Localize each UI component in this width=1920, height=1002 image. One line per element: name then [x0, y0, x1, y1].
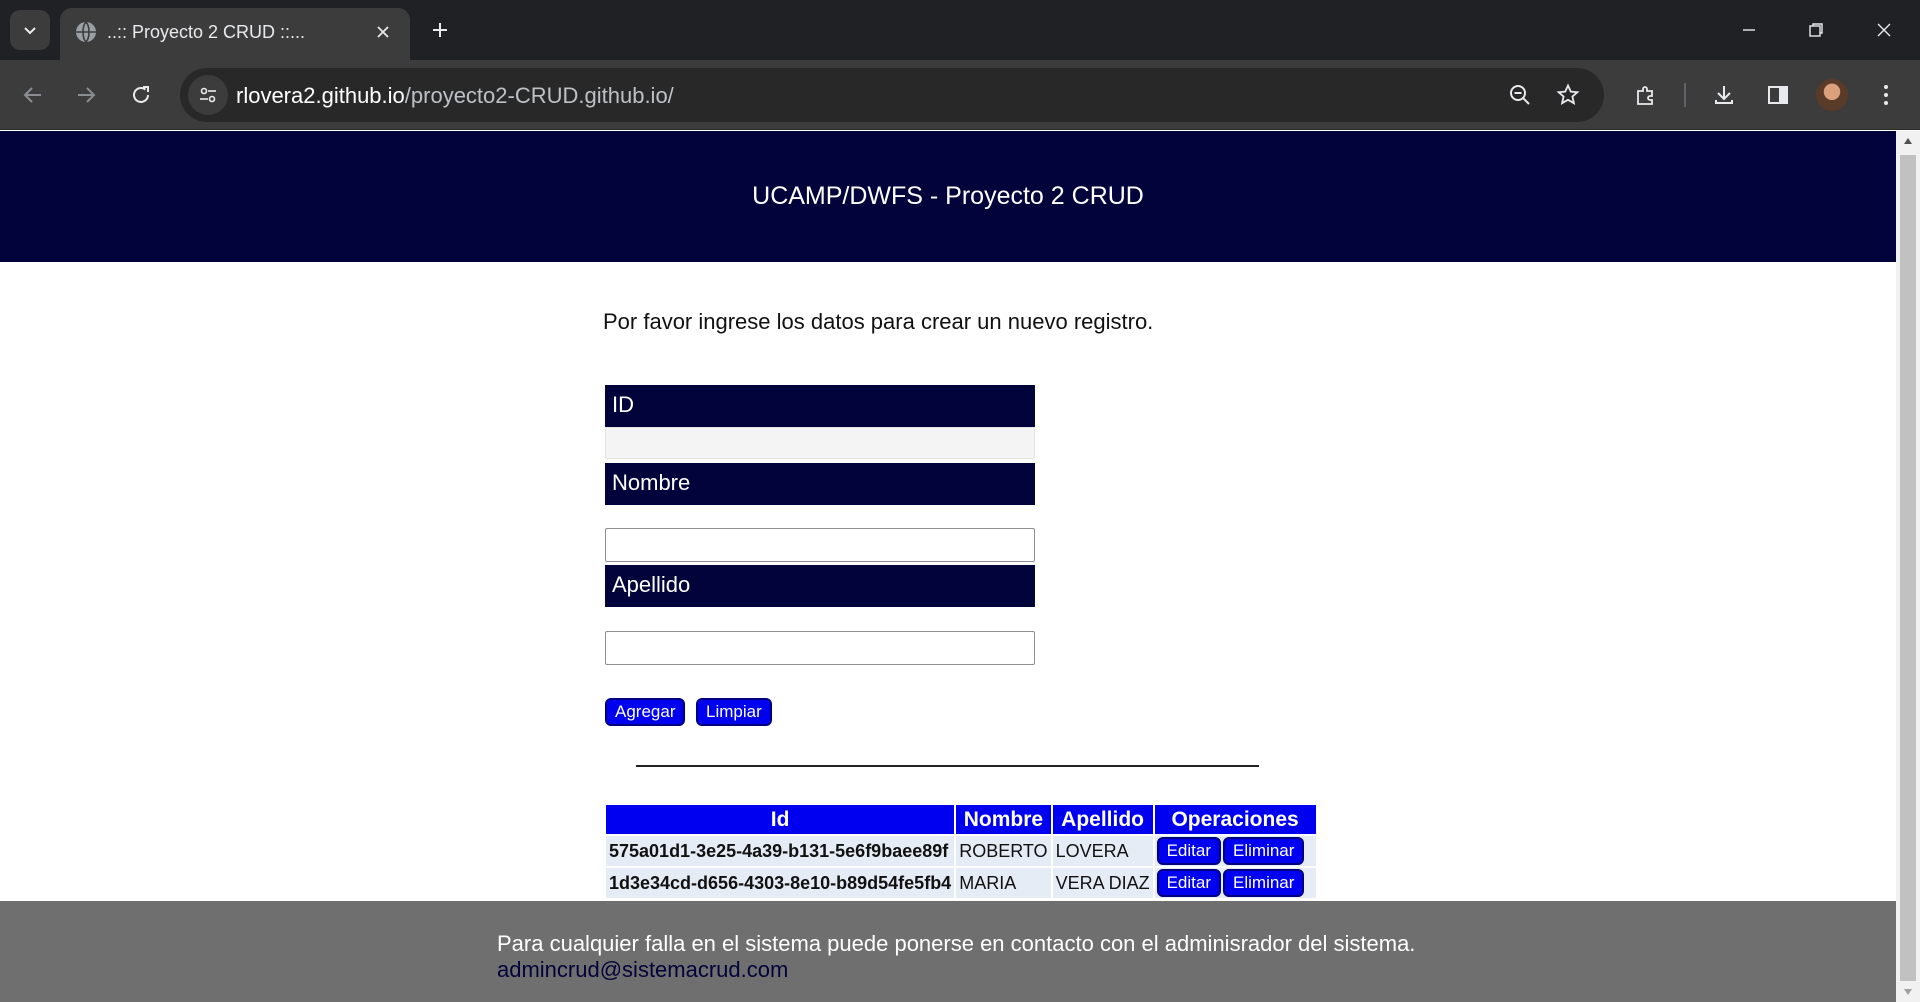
section-divider	[636, 765, 1259, 767]
arrow-right-icon	[78, 87, 96, 103]
tune-icon	[200, 87, 216, 103]
browser-tab-active[interactable]: ..:: Proyecto 2 CRUD ::...	[60, 8, 410, 60]
id-label: ID	[605, 385, 1035, 427]
profile-avatar[interactable]	[1816, 79, 1848, 111]
zoom-out-icon	[1510, 85, 1530, 105]
delete-button[interactable]: Eliminar	[1223, 837, 1305, 865]
row-apellido-cell: LOVERA	[1052, 836, 1153, 866]
page-viewport: UCAMP/DWFS - Proyecto 2 CRUD Por favor i…	[0, 131, 1920, 1002]
globe-icon	[76, 21, 96, 43]
row-apellido-cell: VERA DIAZ	[1052, 868, 1153, 898]
window-close-button[interactable]	[1861, 10, 1907, 50]
chevron-down-icon	[24, 27, 36, 35]
reload-icon	[133, 86, 149, 103]
column-header-apellido: Apellido	[1052, 805, 1153, 834]
puzzle-icon	[1637, 86, 1653, 105]
agregar-button[interactable]: Agregar	[605, 698, 686, 726]
vertical-scrollbar[interactable]	[1896, 131, 1920, 1002]
star-icon	[1556, 83, 1580, 106]
records-table: Id Nombre Apellido Operaciones 575a01d1-…	[604, 803, 1318, 900]
menu-button[interactable]	[1866, 75, 1906, 115]
table-row: 1d3e34cd-d656-4303-8e10-b89d54fe5fb4 MAR…	[606, 868, 1316, 898]
scroll-down-button[interactable]	[1896, 982, 1920, 1002]
scrollbar-thumb[interactable]	[1900, 155, 1916, 981]
row-operations-cell: Editar Eliminar	[1154, 868, 1316, 898]
zoom-button[interactable]	[1502, 77, 1538, 113]
row-operations-cell: Editar Eliminar	[1154, 836, 1316, 866]
tab-title: ..:: Proyecto 2 CRUD ::...	[107, 22, 306, 42]
table-header-row: Id Nombre Apellido Operaciones	[606, 805, 1316, 834]
minimize-icon	[1743, 29, 1755, 31]
footer-text: Para cualquier falla en el sistema puede…	[497, 931, 1416, 956]
row-nombre-cell: MARIA	[956, 868, 1051, 898]
forward-button[interactable]	[66, 75, 106, 115]
side-panel-icon	[1768, 86, 1788, 104]
address-bar[interactable]: rlovera2.github.io/proyecto2-CRUD.github…	[180, 68, 1604, 122]
apellido-field[interactable]	[605, 631, 1035, 665]
page-title: UCAMP/DWFS - Proyecto 2 CRUD	[752, 182, 1144, 210]
page-footer: Para cualquier falla en el sistema puede…	[0, 901, 1896, 1002]
url-host: rlovera2.github.io	[236, 83, 405, 108]
delete-button[interactable]: Eliminar	[1223, 869, 1305, 897]
limpiar-button[interactable]: Limpiar	[696, 698, 772, 726]
reload-button[interactable]	[121, 75, 161, 115]
url-text: rlovera2.github.io/proyecto2-CRUD.github…	[236, 83, 674, 109]
row-id-cell: 1d3e34cd-d656-4303-8e10-b89d54fe5fb4	[606, 868, 955, 898]
triangle-down-icon	[1904, 989, 1912, 995]
table-row: 575a01d1-3e25-4a39-b131-5e6f9baee89f ROB…	[606, 836, 1316, 866]
bookmark-button[interactable]	[1550, 77, 1586, 113]
nombre-label: Nombre	[605, 463, 1035, 505]
kebab-menu-icon	[1884, 85, 1888, 105]
extensions-button[interactable]	[1626, 75, 1666, 115]
id-field[interactable]	[605, 427, 1035, 459]
page-header: UCAMP/DWFS - Proyecto 2 CRUD	[0, 131, 1896, 262]
intro-text: Por favor ingrese los datos para crear u…	[603, 309, 1154, 334]
browser-tab-strip: ..:: Proyecto 2 CRUD ::...	[0, 0, 1920, 60]
download-icon	[1715, 86, 1733, 104]
apellido-label: Apellido	[605, 565, 1035, 607]
toolbar-divider	[1684, 83, 1686, 107]
minimize-button[interactable]	[1726, 10, 1772, 50]
row-id-cell: 575a01d1-3e25-4a39-b131-5e6f9baee89f	[606, 836, 955, 866]
downloads-button[interactable]	[1704, 75, 1744, 115]
restore-icon	[1809, 23, 1823, 37]
edit-button[interactable]: Editar	[1156, 869, 1222, 897]
close-icon	[377, 26, 389, 38]
back-button[interactable]	[13, 75, 53, 115]
column-header-nombre: Nombre	[956, 805, 1051, 834]
site-info-button[interactable]	[188, 75, 228, 115]
nombre-field[interactable]	[605, 528, 1035, 562]
restore-button[interactable]	[1793, 10, 1839, 50]
tab-close-button[interactable]	[370, 19, 396, 45]
column-header-id: Id	[606, 805, 955, 834]
edit-button[interactable]: Editar	[1156, 837, 1222, 865]
arrow-left-icon	[23, 87, 41, 103]
row-nombre-cell: ROBERTO	[956, 836, 1051, 866]
triangle-up-icon	[1904, 138, 1912, 144]
plus-icon	[433, 23, 447, 37]
close-icon	[1877, 23, 1891, 37]
url-path: /proyecto2-CRUD.github.io/	[404, 83, 674, 108]
footer-email-link[interactable]: admincrud@sistemacrud.com	[497, 957, 788, 983]
tab-search-button[interactable]	[10, 10, 50, 50]
browser-toolbar: rlovera2.github.io/proyecto2-CRUD.github…	[0, 60, 1920, 130]
side-panel-button[interactable]	[1758, 75, 1798, 115]
column-header-operaciones: Operaciones	[1154, 805, 1316, 834]
scroll-up-button[interactable]	[1896, 131, 1920, 151]
new-tab-button[interactable]	[424, 14, 456, 46]
